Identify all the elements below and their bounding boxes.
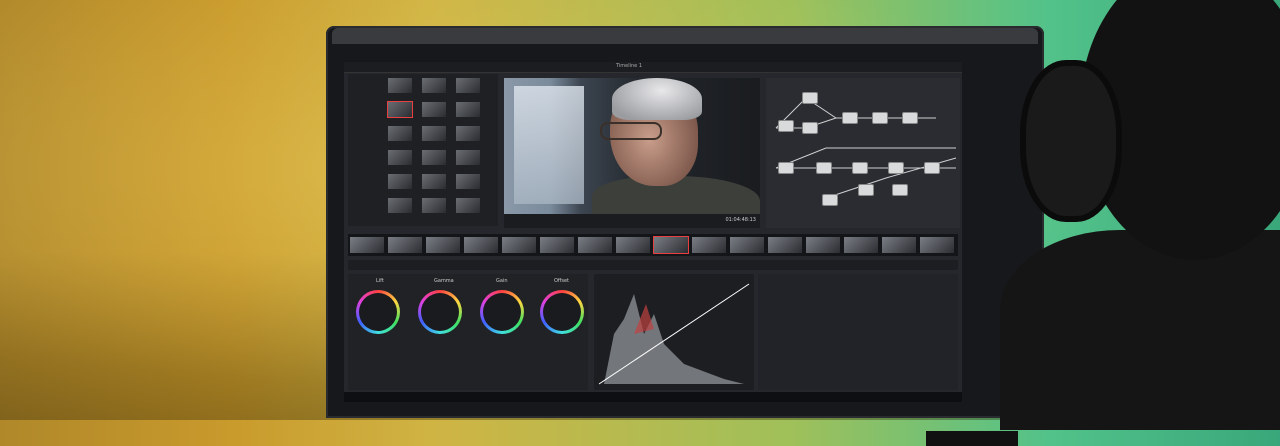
gallery-still[interactable]	[456, 150, 480, 165]
monitor-screen: Timeline 1 01:04:48:13 Lift Gamma Gain O…	[344, 62, 962, 402]
timeline-clip[interactable]	[730, 237, 764, 253]
gallery-panel	[348, 74, 498, 226]
node[interactable]	[852, 162, 868, 174]
timeline-clip[interactable]	[502, 237, 536, 253]
gallery-still[interactable]	[422, 174, 446, 189]
person-with-headphones	[1000, 0, 1280, 430]
gallery-still[interactable]	[388, 78, 412, 93]
gallery-still[interactable]	[422, 102, 446, 117]
node[interactable]	[822, 194, 838, 206]
gallery-still[interactable]	[388, 174, 412, 189]
gallery-still[interactable]	[422, 198, 446, 213]
timeline-clip[interactable]	[882, 237, 916, 253]
wheel-label-offset: Offset	[554, 278, 570, 284]
gallery-still[interactable]	[456, 174, 480, 189]
viewer-transport[interactable]: 01:04:48:13	[504, 214, 760, 228]
timeline-clip[interactable]	[426, 237, 460, 253]
timeline-clip[interactable]	[806, 237, 840, 253]
gallery-still[interactable]	[422, 78, 446, 93]
node[interactable]	[816, 162, 832, 174]
background-window	[514, 86, 584, 204]
timeline-clip[interactable]	[350, 237, 384, 253]
timeline-clip[interactable]	[692, 237, 726, 253]
person-hoodie	[1000, 230, 1280, 430]
monitor: Timeline 1 01:04:48:13 Lift Gamma Gain O…	[326, 26, 1044, 446]
node[interactable]	[872, 112, 888, 124]
timeline-clip[interactable]	[920, 237, 954, 253]
timeline-clip[interactable]	[388, 237, 422, 253]
gallery-still[interactable]	[456, 102, 480, 117]
viewer-title: Timeline 1	[616, 63, 643, 69]
node[interactable]	[778, 120, 794, 132]
gallery-still[interactable]	[388, 126, 412, 141]
gallery-still[interactable]	[388, 198, 412, 213]
subject-hair	[612, 78, 702, 120]
app-topbar: Timeline 1	[344, 62, 962, 73]
wheel-label-lift: Lift	[376, 278, 384, 284]
node[interactable]	[778, 162, 794, 174]
gallery-still[interactable]	[456, 78, 480, 93]
curves-panel[interactable]	[594, 274, 754, 390]
timeline-clip[interactable]	[540, 237, 574, 253]
os-taskbar	[344, 392, 962, 402]
wheel-label-gamma: Gamma	[434, 278, 454, 284]
node[interactable]	[802, 92, 818, 104]
curves-graph	[598, 283, 750, 385]
gallery-still[interactable]	[456, 198, 480, 213]
gallery-still[interactable]	[422, 126, 446, 141]
gallery-still[interactable]	[456, 126, 480, 141]
gamma-wheel[interactable]	[418, 290, 462, 334]
node[interactable]	[892, 184, 908, 196]
subject-glasses	[600, 122, 662, 140]
timeline-clip[interactable]	[844, 237, 878, 253]
node[interactable]	[888, 162, 904, 174]
gallery-still[interactable]	[422, 150, 446, 165]
wheel-label-gain: Gain	[496, 278, 508, 284]
color-wheels-panel[interactable]: Lift Gamma Gain Offset	[348, 274, 588, 390]
node-connections	[775, 97, 957, 199]
clip-timeline[interactable]	[348, 234, 958, 256]
gallery-still[interactable]	[388, 150, 412, 165]
offset-wheel[interactable]	[540, 290, 584, 334]
lift-wheel[interactable]	[356, 290, 400, 334]
gallery-still-selected[interactable]	[387, 101, 413, 118]
color-tool-row[interactable]	[348, 260, 958, 270]
timeline-clip-selected[interactable]	[653, 236, 689, 254]
timeline-clip[interactable]	[616, 237, 650, 253]
node[interactable]	[802, 122, 818, 134]
timeline-clip[interactable]	[578, 237, 612, 253]
gain-wheel[interactable]	[480, 290, 524, 334]
node[interactable]	[924, 162, 940, 174]
headphones	[1020, 60, 1122, 222]
timecode-display: 01:04:48:13	[725, 217, 756, 223]
video-viewer[interactable]	[504, 78, 760, 214]
node-graph[interactable]	[766, 78, 960, 228]
timeline-clip[interactable]	[768, 237, 802, 253]
keyframes-panel[interactable]	[758, 274, 958, 390]
node[interactable]	[842, 112, 858, 124]
timeline-clip[interactable]	[464, 237, 498, 253]
monitor-stand	[926, 431, 1018, 446]
node[interactable]	[858, 184, 874, 196]
node[interactable]	[902, 112, 918, 124]
monitor-bezel-top	[332, 28, 1038, 44]
